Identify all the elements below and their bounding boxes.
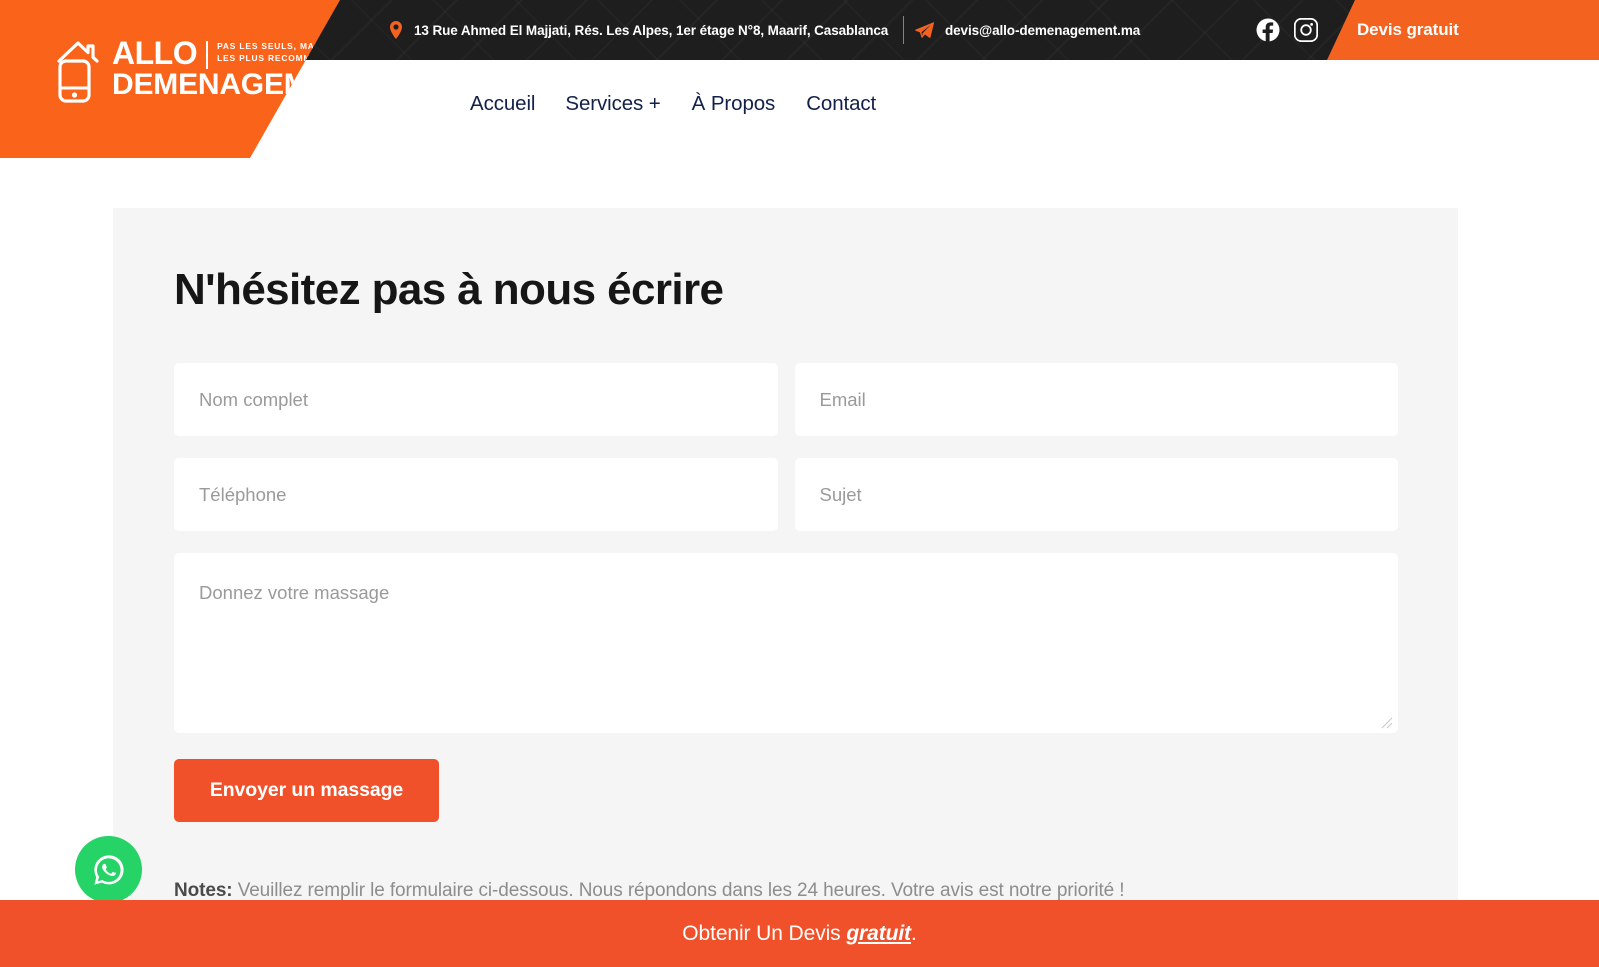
devis-gratuit-button[interactable]: Devis gratuit — [1327, 0, 1599, 60]
nav-item-contact[interactable]: Contact — [806, 92, 907, 116]
house-phone-logo-icon — [55, 37, 101, 105]
email-input[interactable] — [794, 363, 1398, 436]
bottom-cta-suffix: . — [910, 921, 917, 945]
whatsapp-icon — [93, 854, 124, 885]
email-block[interactable]: devis@allo-demenagement.ma — [915, 21, 1141, 39]
instagram-icon[interactable] — [1293, 17, 1319, 43]
email-text: devis@allo-demenagement.ma — [945, 22, 1141, 38]
form-notes-label: Notes: — [174, 880, 233, 901]
contact-form-card: N'hésitez pas à nous écrire Envoyer — [113, 208, 1458, 908]
phone-input[interactable] — [174, 458, 778, 531]
topbar-divider — [903, 16, 904, 44]
social-links — [1256, 17, 1319, 43]
logo-tagline-line1: PAS LES SEULS, MAIS — [217, 41, 325, 51]
name-input[interactable] — [174, 363, 778, 436]
facebook-icon[interactable] — [1256, 18, 1280, 42]
address-text: 13 Rue Ahmed El Majjati, Rés. Les Alpes,… — [414, 22, 889, 38]
message-textarea[interactable] — [174, 553, 1398, 733]
form-row-2 — [174, 458, 1398, 531]
location-pin-icon — [389, 21, 403, 39]
bottom-cta-emphasis[interactable]: gratuit — [846, 922, 911, 945]
logo-allo-text: ALLO — [112, 35, 198, 71]
logo-separator — [206, 41, 209, 69]
message-field-wrapper — [174, 553, 1398, 733]
send-message-button[interactable]: Envoyer un massage — [174, 759, 439, 822]
primary-navigation: Accueil Services + À Propos Contact — [470, 92, 907, 116]
form-row-1 — [174, 363, 1398, 436]
contact-form: Envoyer un massage — [174, 363, 1398, 822]
form-notes: Notes: Veuillez remplir le formulaire ci… — [174, 880, 1404, 902]
page-title: N'hésitez pas à nous écrire — [174, 265, 724, 314]
nav-item-a-propos[interactable]: À Propos — [692, 92, 807, 116]
nav-item-accueil[interactable]: Accueil — [470, 92, 565, 116]
paper-plane-icon — [915, 21, 935, 39]
nav-item-services[interactable]: Services + — [565, 92, 691, 116]
bottom-cta-prefix: Obtenir Un Devis — [682, 921, 847, 945]
devis-gratuit-label: Devis gratuit — [1357, 20, 1459, 39]
subject-input[interactable] — [794, 458, 1398, 531]
form-notes-text: Veuillez remplir le formulaire ci-dessou… — [232, 880, 1125, 901]
bottom-cta-bar[interactable]: Obtenir Un Devis gratuit. — [0, 900, 1599, 967]
whatsapp-float-button[interactable] — [75, 836, 142, 903]
page-root: 13 Rue Ahmed El Majjati, Rés. Les Alpes,… — [0, 0, 1599, 967]
address-block: 13 Rue Ahmed El Majjati, Rés. Les Alpes,… — [389, 21, 888, 39]
bottom-cta-text: Obtenir Un Devis gratuit. — [682, 921, 917, 946]
